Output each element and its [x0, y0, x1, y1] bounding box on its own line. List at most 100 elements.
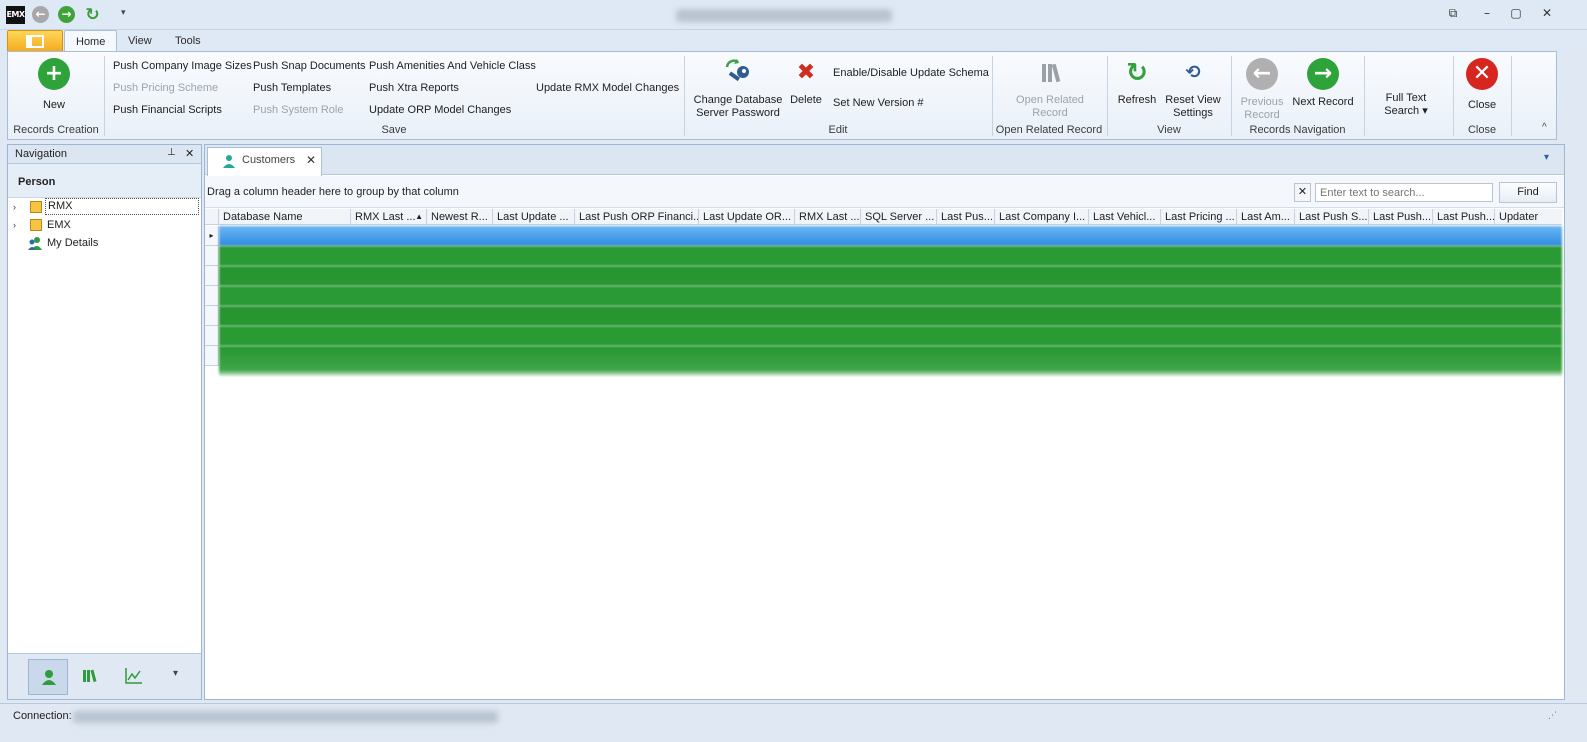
sort-ascending-icon: ▲	[415, 212, 423, 221]
row-indicator[interactable]	[205, 246, 219, 266]
ribbon: + New Records Creation Push Company Imag…	[7, 51, 1557, 140]
tab-customers[interactable]: Customers ✕	[207, 147, 322, 176]
reset-view-label-1: Reset View	[1165, 94, 1221, 106]
chart-icon[interactable]	[124, 666, 144, 686]
table-row[interactable]	[219, 306, 1562, 326]
column-header[interactable]: Updater	[1495, 209, 1562, 225]
push-templates-button[interactable]: Push Templates	[253, 82, 331, 94]
column-header[interactable]: Last Pus...	[937, 209, 995, 225]
column-header[interactable]: Last Am...	[1237, 209, 1295, 225]
column-header[interactable]: Last Update OR...	[699, 209, 795, 225]
nav-person-button[interactable]	[28, 659, 68, 695]
collapse-ribbon-icon[interactable]: ^	[1542, 122, 1547, 133]
new-button[interactable]: + New	[24, 58, 84, 112]
row-indicator[interactable]	[205, 266, 219, 286]
update-orp-model-button[interactable]: Update ORP Model Changes	[369, 104, 511, 116]
app-logo-icon[interactable]: EMX	[6, 6, 25, 24]
table-row[interactable]	[219, 346, 1562, 376]
pin-icon[interactable]: ⊥	[167, 147, 176, 158]
column-header[interactable]: Last Push...	[1369, 209, 1433, 225]
enable-disable-schema-button[interactable]: Enable/Disable Update Schema	[833, 67, 989, 79]
reset-view-settings-button[interactable]: ⟲ Reset View Settings	[1162, 58, 1224, 120]
next-record-button[interactable]: → Next Record	[1290, 58, 1356, 109]
table-row-selected[interactable]	[219, 226, 1562, 246]
customize-quick-access-button[interactable]: ▾	[121, 7, 126, 18]
column-header[interactable]: SQL Server ...	[861, 209, 937, 225]
full-text-label-1: Full Text	[1385, 92, 1427, 104]
tree-item-emx[interactable]: › EMX	[8, 216, 201, 234]
tab-view[interactable]: View	[117, 30, 163, 52]
row-indicator[interactable]	[205, 286, 219, 306]
resize-grip-icon[interactable]: ⋰	[1548, 710, 1557, 721]
push-company-image-sizes-button[interactable]: Push Company Image Sizes	[113, 60, 252, 72]
reset-view-label-2: Settings	[1173, 107, 1213, 119]
library-icon[interactable]	[80, 666, 100, 686]
column-header[interactable]: Database Name	[219, 209, 351, 225]
table-row[interactable]	[219, 326, 1562, 346]
tab-list-dropdown[interactable]: ▾	[1544, 152, 1549, 163]
table-row[interactable]	[219, 286, 1562, 306]
push-system-role-button[interactable]: Push System Role	[253, 104, 343, 116]
tab-close-icon[interactable]: ✕	[306, 153, 316, 167]
push-snap-documents-button[interactable]: Push Snap Documents	[253, 60, 366, 72]
open-related-record-button[interactable]: Open Related Record	[1002, 58, 1098, 120]
column-header[interactable]: Newest R...	[427, 209, 493, 225]
row-indicator[interactable]	[205, 346, 219, 366]
column-header[interactable]: Last Push ORP Financi...	[575, 209, 699, 225]
find-button[interactable]: Find	[1499, 182, 1557, 203]
clear-search-button[interactable]: ✕	[1294, 183, 1311, 202]
expand-arrow-icon[interactable]: ›	[13, 198, 16, 216]
restore-window-icon[interactable]: ⧉	[1443, 6, 1463, 24]
refresh-label: Refresh	[1117, 94, 1157, 106]
file-menu-button[interactable]	[7, 30, 63, 52]
column-header[interactable]: Last Push...	[1433, 209, 1495, 225]
delete-button[interactable]: ✖ Delete	[786, 58, 826, 107]
back-arrow-icon[interactable]: ←	[32, 6, 49, 23]
column-header[interactable]: Last Pricing ...	[1161, 209, 1237, 225]
new-label: New	[42, 99, 65, 111]
grid-header: Database Name RMX Last ... ▲ Newest R... …	[205, 209, 1562, 225]
column-header[interactable]: Last Update ...	[493, 209, 575, 225]
tree-label-rmx: RMX	[45, 198, 199, 215]
ribbon-tab-strip: Home View Tools	[0, 30, 1587, 52]
previous-record-button[interactable]: ← Previous Record	[1236, 58, 1288, 122]
expand-arrow-icon[interactable]: ›	[13, 216, 16, 234]
forward-arrow-icon[interactable]: →	[58, 6, 75, 23]
search-input[interactable]	[1315, 183, 1493, 202]
refresh-icon[interactable]: ↻	[84, 6, 101, 23]
tree-item-rmx[interactable]: › RMX	[8, 198, 201, 216]
next-arrow-icon: →	[1307, 58, 1339, 90]
push-amenities-button[interactable]: Push Amenities And Vehicle Class	[369, 60, 536, 72]
minimize-icon[interactable]: –	[1477, 6, 1497, 24]
nav-more-dropdown[interactable]: ▾	[173, 668, 178, 679]
tab-tools[interactable]: Tools	[164, 30, 212, 52]
row-indicator[interactable]	[205, 326, 219, 346]
close-icon[interactable]: ✕	[1537, 6, 1557, 24]
column-header[interactable]: RMX Last ...	[795, 209, 861, 225]
push-xtra-reports-button[interactable]: Push Xtra Reports	[369, 82, 459, 94]
table-row[interactable]	[219, 246, 1562, 266]
nav-section-label: Person	[18, 176, 56, 188]
column-header[interactable]: RMX Last ... ▲	[351, 209, 427, 225]
current-row-indicator-icon[interactable]: ▸	[205, 226, 219, 246]
key-icon	[723, 58, 753, 88]
push-financial-scripts-button[interactable]: Push Financial Scripts	[113, 104, 222, 116]
maximize-icon[interactable]: ▢	[1506, 6, 1526, 24]
row-indicator[interactable]	[205, 306, 219, 326]
close-record-button[interactable]: ✕ Close	[1460, 58, 1504, 112]
update-rmx-model-button[interactable]: Update RMX Model Changes	[536, 82, 679, 94]
tab-home[interactable]: Home	[64, 30, 118, 52]
push-pricing-scheme-button[interactable]: Push Pricing Scheme	[113, 82, 218, 94]
close-nav-icon[interactable]: ✕	[185, 147, 194, 160]
books-icon	[1039, 58, 1061, 88]
tree-item-my-details[interactable]: My Details	[8, 234, 201, 252]
change-password-button[interactable]: Change Database Server Password	[692, 58, 784, 120]
table-row[interactable]	[219, 266, 1562, 286]
full-text-search-button[interactable]: Full Text Search ▾	[1374, 92, 1438, 118]
column-header[interactable]: Last Vehicl...	[1089, 209, 1161, 225]
tree-label-my-details: My Details	[47, 237, 99, 249]
set-new-version-button[interactable]: Set New Version #	[833, 97, 924, 109]
column-header[interactable]: Last Company I...	[995, 209, 1089, 225]
refresh-button[interactable]: ↻ Refresh	[1114, 58, 1160, 107]
column-header[interactable]: Last Push S...	[1295, 209, 1369, 225]
